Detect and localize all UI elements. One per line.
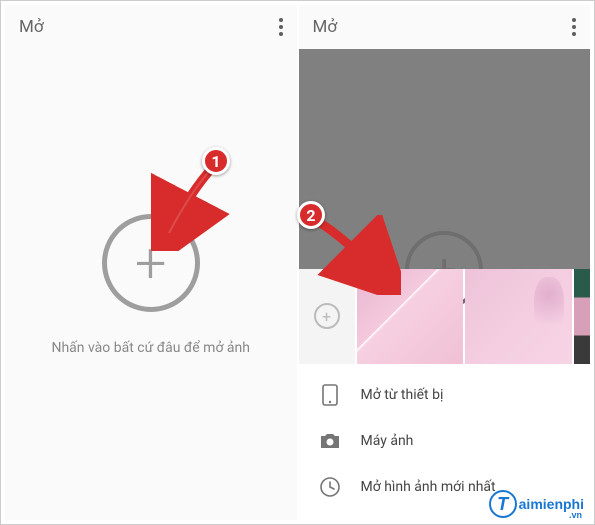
open-source-menu: Mở từ thiết bị Máy ảnh Mở hình ảnh mới n… (299, 364, 591, 520)
clock-icon (319, 476, 341, 498)
open-hint-text: Nhấn vào bất cứ đâu để mở ảnh (41, 340, 260, 356)
menu-item-label: Mở từ thiết bị (361, 387, 444, 403)
camera-icon (319, 430, 341, 452)
thumbnail[interactable] (465, 269, 572, 364)
left-header: Mở (5, 5, 297, 49)
menu-item-label: Mở hình ảnh mới nhất (361, 479, 496, 495)
right-title: Mở (313, 17, 338, 37)
thumbnail-placeholder[interactable]: + (299, 269, 355, 364)
right-screen: Mở + + (299, 5, 591, 520)
right-body: + + Mở từ thiết bị (299, 49, 591, 520)
recent-images-strip: + (299, 269, 591, 364)
plus-icon: + (314, 303, 340, 329)
menu-item-label: Máy ảnh (361, 433, 414, 449)
add-image-button[interactable]: + (102, 214, 200, 312)
bottom-sheet: + Mở từ thiết bị (299, 269, 591, 520)
left-body[interactable]: + Nhấn vào bất cứ đâu để mở ảnh (5, 49, 297, 520)
camera-item[interactable]: Máy ảnh (299, 418, 591, 464)
thumbnail[interactable] (574, 269, 590, 364)
left-screen: Mở + Nhấn vào bất cứ đâu để mở ảnh (5, 5, 297, 520)
overflow-menu-icon[interactable] (572, 18, 576, 36)
overflow-menu-icon[interactable] (279, 18, 283, 36)
open-from-device-item[interactable]: Mở từ thiết bị (299, 372, 591, 418)
plus-icon: + (135, 235, 167, 291)
left-title: Mở (19, 17, 44, 37)
phone-icon (319, 384, 341, 406)
thumbnail[interactable] (357, 269, 464, 364)
right-header: Mở (299, 5, 591, 49)
open-recent-item[interactable]: Mở hình ảnh mới nhất (299, 464, 591, 510)
dimmed-background[interactable]: + (299, 49, 591, 269)
screenshot-container: Mở + Nhấn vào bất cứ đâu để mở ảnh Mở + (1, 1, 594, 524)
